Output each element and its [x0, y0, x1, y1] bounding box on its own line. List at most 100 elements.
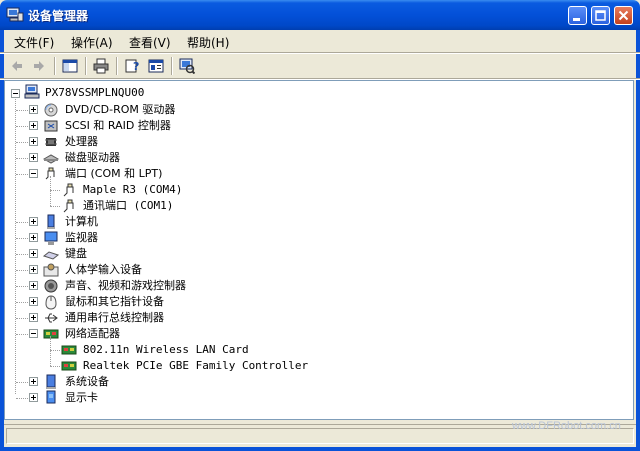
- tree-guide-line: [16, 398, 28, 399]
- window-border-bottom: [0, 447, 640, 451]
- tree-category-label: 处理器: [65, 135, 98, 148]
- expand-toggle[interactable]: [29, 393, 38, 402]
- tree-device-label: Realtek PCIe GBE Family Controller: [83, 359, 309, 372]
- tree-guide-line: [50, 190, 60, 191]
- tree-guide-line: [16, 126, 28, 127]
- maximize-button[interactable]: [591, 6, 610, 25]
- properties-help-icon: ?: [125, 59, 139, 73]
- serial-port-icon: [63, 183, 74, 197]
- device-manager-icon: [6, 7, 24, 22]
- show-hide-tree-button[interactable]: [59, 56, 81, 76]
- tree-device-label: 802.11n Wireless LAN Card: [83, 343, 249, 356]
- tree-category-label: 网络适配器: [65, 327, 120, 340]
- maximize-icon: [595, 10, 606, 21]
- network-card-icon: [61, 345, 77, 355]
- tree-category-label: 端口 (COM 和 LPT): [65, 167, 163, 180]
- scan-hardware-icon: [179, 58, 195, 74]
- tree-category-item[interactable]: 键盘: [5, 246, 625, 262]
- console-view-button[interactable]: [145, 56, 167, 76]
- expand-toggle[interactable]: [29, 121, 38, 130]
- tree-guide-line: [50, 366, 60, 367]
- properties-help-button[interactable]: ?: [121, 56, 143, 76]
- toolbar-separator: [85, 57, 87, 75]
- menu-view[interactable]: 查看(V): [129, 34, 171, 51]
- root-label[interactable]: PX78VSSMPLNQU00: [45, 86, 144, 100]
- expand-toggle[interactable]: [29, 265, 38, 274]
- menu-file[interactable]: 文件(F): [14, 34, 54, 51]
- tree-category-label: 鼠标和其它指针设备: [65, 295, 164, 308]
- tree-category-item[interactable]: 人体学输入设备: [5, 262, 625, 278]
- tree-category-label: 磁盘驱动器: [65, 151, 120, 164]
- console-view-icon: [148, 59, 164, 73]
- tree-device-item[interactable]: 通讯端口 (COM1): [5, 198, 625, 214]
- tree-device-item[interactable]: Realtek PCIe GBE Family Controller: [5, 358, 625, 374]
- tree-category-item[interactable]: 网络适配器: [5, 326, 625, 342]
- forward-arrow-icon: [34, 61, 44, 71]
- window-title: 设备管理器: [28, 9, 89, 23]
- tree-category-label: 通用串行总线控制器: [65, 311, 164, 324]
- toolbar-separator: [171, 57, 173, 75]
- tree-guide-line: [16, 142, 28, 143]
- tree-category-label: 声音、视频和游戏控制器: [65, 279, 186, 292]
- tree-category-label: 键盘: [65, 247, 87, 260]
- tree-category-item[interactable]: 处理器: [5, 134, 625, 150]
- tree-category-item[interactable]: DVD/CD-ROM 驱动器: [5, 102, 625, 118]
- tree-device-item[interactable]: Maple R3 (COM4): [5, 182, 625, 198]
- expand-toggle[interactable]: [29, 249, 38, 258]
- expand-toggle[interactable]: [29, 313, 38, 322]
- expand-toggle[interactable]: [29, 153, 38, 162]
- expand-toggle[interactable]: [29, 137, 38, 146]
- forward-button[interactable]: [28, 56, 50, 76]
- port-icon: [45, 167, 55, 180]
- close-button[interactable]: [614, 6, 633, 25]
- expand-toggle[interactable]: [29, 297, 38, 306]
- tree-category-item[interactable]: 鼠标和其它指针设备: [5, 294, 625, 310]
- tree-category-item[interactable]: 显示卡: [5, 390, 625, 406]
- keyboard-icon: [43, 251, 59, 260]
- mouse-icon: [45, 295, 57, 310]
- tree-guide-line: [16, 222, 28, 223]
- sound-icon: [44, 279, 58, 293]
- tree-category-item[interactable]: 监视器: [5, 230, 625, 246]
- tree-guide-line: [50, 350, 60, 351]
- expand-toggle[interactable]: [29, 233, 38, 242]
- back-button[interactable]: [6, 56, 28, 76]
- tree-category-item[interactable]: 通用串行总线控制器: [5, 310, 625, 326]
- tree-category-item[interactable]: 磁盘驱动器: [5, 150, 625, 166]
- toolbar-separator: [54, 57, 56, 75]
- tree-category-item[interactable]: 声音、视频和游戏控制器: [5, 278, 625, 294]
- root-collapse-toggle[interactable]: [11, 89, 20, 98]
- computer-icon: [47, 214, 55, 229]
- tree-category-label: SCSI 和 RAID 控制器: [65, 119, 171, 132]
- tree-category-item[interactable]: 系统设备: [5, 374, 625, 390]
- title-bar[interactable]: 设备管理器: [0, 0, 640, 30]
- menu-help[interactable]: 帮助(H): [187, 34, 229, 51]
- tree-device-item[interactable]: 802.11n Wireless LAN Card: [5, 342, 625, 358]
- minimize-button[interactable]: [568, 6, 587, 25]
- scan-hardware-button[interactable]: [176, 56, 198, 76]
- expand-toggle[interactable]: [29, 281, 38, 290]
- tree-guide-line: [16, 270, 28, 271]
- expand-toggle[interactable]: [29, 105, 38, 114]
- tree-guide-line: [16, 174, 28, 175]
- menu-action[interactable]: 操作(A): [71, 34, 113, 51]
- show-hide-tree-icon: [62, 59, 78, 73]
- tree-guide-line: [16, 302, 28, 303]
- device-tree[interactable]: PX78VSSMPLNQU00 DVD/CD-ROM 驱动器 SCSI 和 RAI…: [4, 80, 634, 420]
- collapse-toggle[interactable]: [29, 329, 38, 338]
- tree-category-item[interactable]: SCSI 和 RAID 控制器: [5, 118, 625, 134]
- close-icon: [618, 10, 629, 21]
- print-button[interactable]: [90, 56, 112, 76]
- expand-toggle[interactable]: [29, 217, 38, 226]
- hid-icon: [43, 263, 59, 277]
- tree-guide-line: [16, 110, 28, 111]
- window-border-right: [636, 30, 640, 451]
- tree-category-item[interactable]: 端口 (COM 和 LPT): [5, 166, 625, 182]
- tree-category-item[interactable]: 计算机: [5, 214, 625, 230]
- tree-guide-line: [50, 176, 51, 206]
- tree-guide-line: [16, 318, 28, 319]
- scsi-icon: [44, 120, 58, 132]
- tree-guide-line: [50, 206, 60, 207]
- collapse-toggle[interactable]: [29, 169, 38, 178]
- expand-toggle[interactable]: [29, 377, 38, 386]
